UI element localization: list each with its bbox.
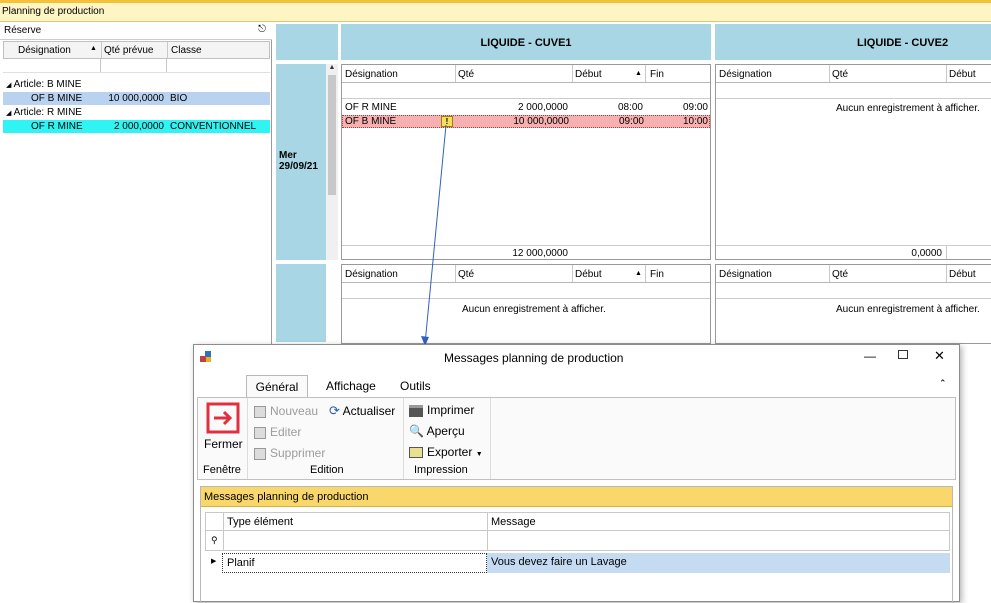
- col-type-element[interactable]: Type élément: [227, 516, 293, 528]
- delete-icon: [254, 447, 266, 460]
- fermer-label[interactable]: Fermer: [204, 437, 243, 451]
- fermer-button[interactable]: [206, 402, 240, 435]
- dialog-title: Messages planning de production: [444, 351, 624, 365]
- print-icon: [409, 404, 423, 417]
- collapse-ribbon-icon[interactable]: ⌃: [939, 378, 947, 389]
- app-icon: [200, 351, 212, 363]
- group-label: Fenêtre: [203, 464, 241, 476]
- messages-dialog: Messages planning de production — ✕ Géné…: [193, 344, 960, 603]
- close-icon[interactable]: ✕: [934, 348, 945, 364]
- actualiser-button[interactable]: ⟳ Actualiser: [329, 403, 395, 419]
- row-pointer-icon: ▶: [211, 558, 217, 565]
- group-edition: Nouveau ⟳ Actualiser Editer Supprimer Ed…: [249, 398, 404, 479]
- grid-header: Type élément Message: [205, 512, 950, 531]
- nouveau-button[interactable]: Nouveau: [254, 404, 318, 418]
- cell-message: Vous devez faire un Lavage: [487, 553, 950, 573]
- ribbon: Fermer Fenêtre Nouveau ⟳ Actualiser Edit…: [197, 397, 956, 480]
- group-fenetre: Fermer Fenêtre: [198, 398, 248, 479]
- ribbon-tabs: Général Affichage Outils ⌃: [194, 373, 959, 397]
- messages-grid: Messages planning de production Type élé…: [200, 486, 953, 603]
- cell-type: Planif: [222, 553, 487, 573]
- group-impression: Imprimer 🔍 Aperçu Exporter ▼ Impression: [405, 398, 491, 479]
- tab-general[interactable]: Général: [246, 375, 308, 397]
- new-icon: [254, 405, 266, 418]
- apercu-button[interactable]: 🔍 Aperçu: [409, 424, 465, 438]
- group-label: Edition: [310, 464, 344, 476]
- edit-icon: [254, 426, 266, 439]
- tab-affichage[interactable]: Affichage: [326, 379, 376, 393]
- col-message[interactable]: Message: [491, 516, 536, 528]
- editer-button[interactable]: Editer: [254, 425, 301, 439]
- supprimer-button[interactable]: Supprimer: [254, 446, 325, 460]
- exit-icon: [206, 402, 240, 434]
- tab-outils[interactable]: Outils: [400, 379, 431, 393]
- table-row[interactable]: ▶ Planif Vous devez faire un Lavage: [205, 553, 950, 573]
- minimize-icon[interactable]: —: [864, 349, 876, 363]
- restore-icon[interactable]: [898, 350, 908, 359]
- preview-icon: 🔍: [409, 424, 424, 438]
- export-icon: [409, 447, 423, 459]
- dropdown-icon[interactable]: ▼: [476, 451, 483, 458]
- filter-row[interactable]: ⚲: [205, 531, 950, 551]
- grid-title: Messages planning de production: [201, 487, 952, 507]
- group-label: Impression: [414, 464, 468, 476]
- filter-icon: ⚲: [211, 535, 218, 545]
- dialog-titlebar: Messages planning de production — ✕: [194, 345, 959, 373]
- exporter-button[interactable]: Exporter ▼: [409, 445, 483, 459]
- imprimer-button[interactable]: Imprimer: [409, 403, 474, 417]
- refresh-icon: ⟳: [329, 403, 340, 418]
